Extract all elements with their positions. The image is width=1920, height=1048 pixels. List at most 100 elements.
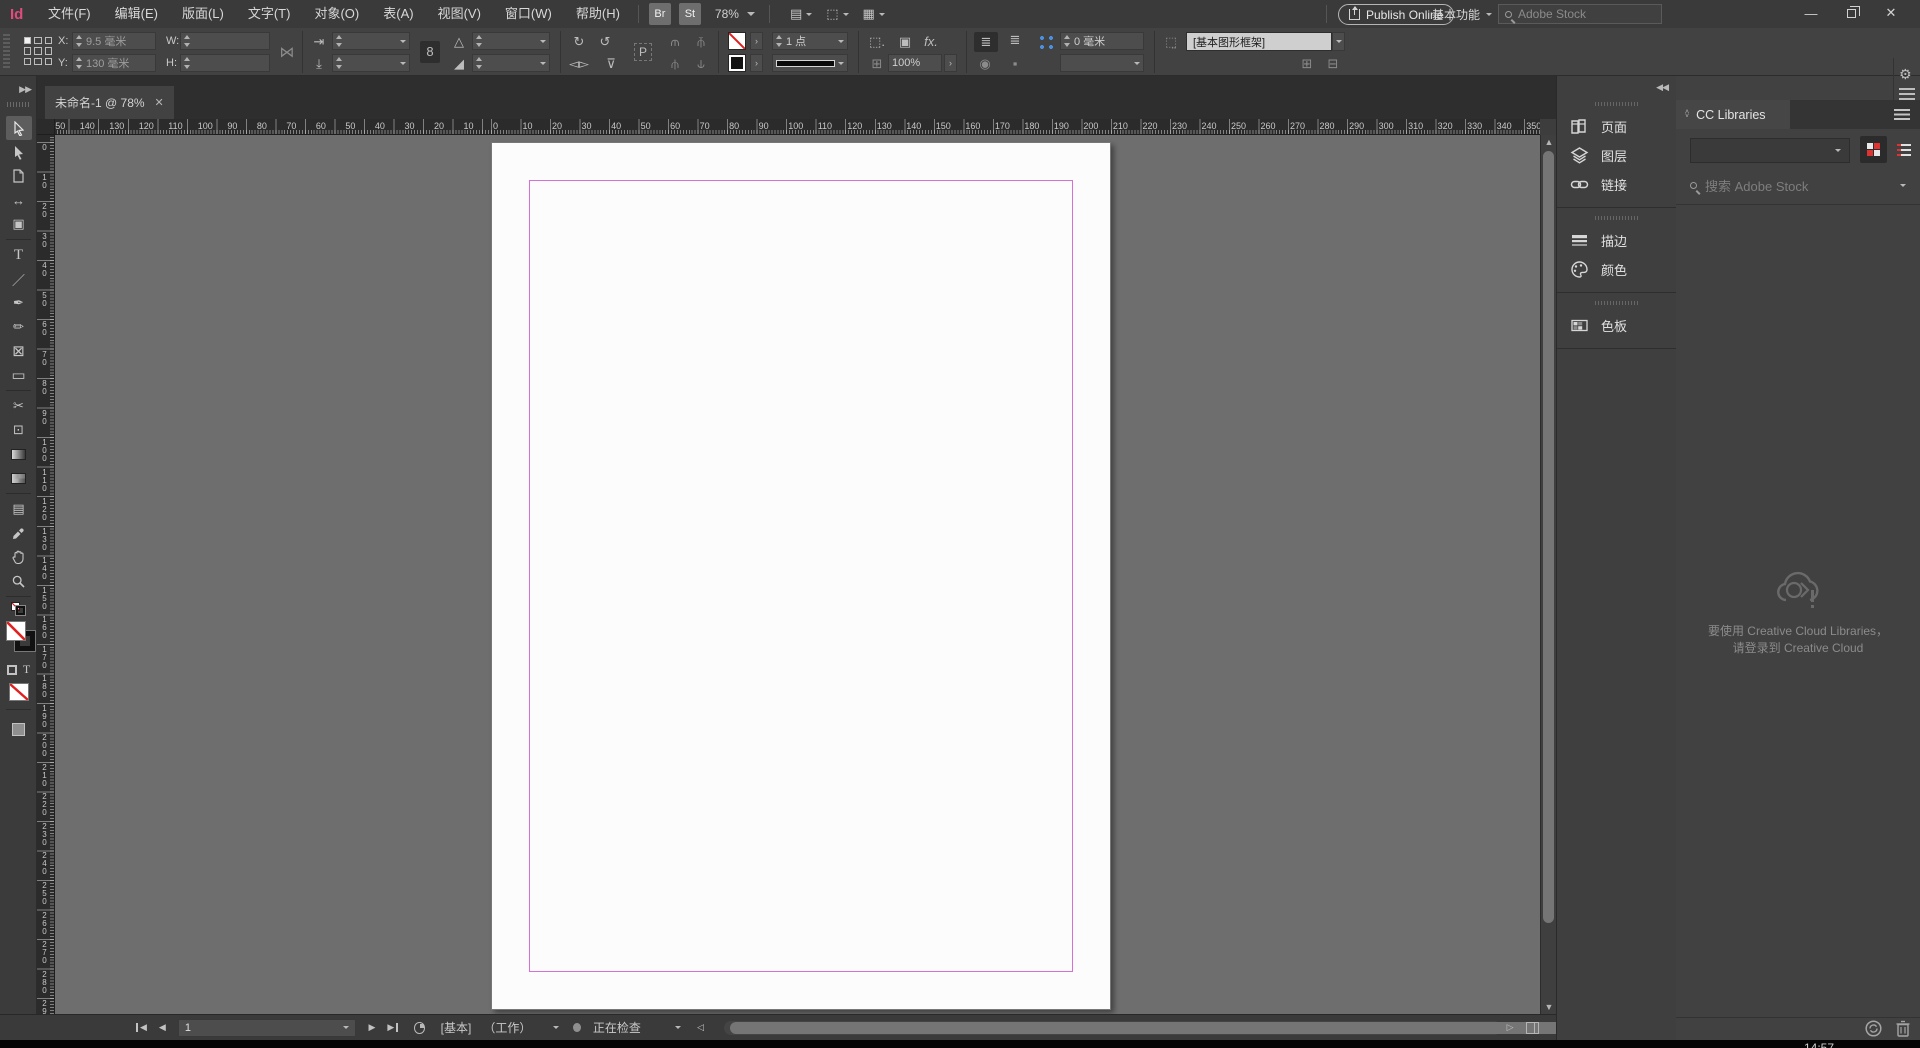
ruler-origin-corner[interactable] [37,119,55,135]
vertical-ruler[interactable]: 0 10 20 30 40 50 60 70 80 90 100 110 120 130 140 150 160… [37,135,55,1014]
grid-view-button[interactable] [1860,136,1887,163]
first-page-button[interactable]: ◀ [136,1022,147,1033]
panel-grip[interactable] [3,34,10,70]
spinner[interactable] [76,57,83,69]
panel-grip[interactable] [1594,301,1639,305]
rectangle-tool[interactable]: ▭ [6,363,32,387]
page-tool[interactable] [6,164,32,188]
page-canvas[interactable] [491,142,1111,1010]
previous-page-button[interactable]: ◀ [159,1022,166,1033]
panel-grip[interactable] [7,102,30,107]
menu-item[interactable]: 文件(F) [36,0,103,28]
next-page-button[interactable]: ▶ [368,1022,375,1033]
menu-item[interactable]: 帮助(H) [564,0,632,28]
gap-tool[interactable]: ↔ [6,188,32,212]
last-page-button[interactable]: ▶ [387,1022,399,1033]
restore-button[interactable] [1836,0,1866,26]
dock-item-color[interactable]: 颜色 [1557,255,1676,284]
rectangle-frame-tool[interactable]: ⊠ [6,339,32,363]
cc-sync-icon[interactable] [1865,1020,1882,1037]
selection-tool[interactable] [5,116,32,140]
workspace-switcher[interactable]: 基本功能 [1432,0,1493,28]
direct-selection-tool[interactable] [6,140,32,164]
menu-item[interactable]: 表(A) [371,0,425,28]
menu-item[interactable]: 窗口(W) [493,0,564,28]
fill-swatch[interactable] [5,621,26,641]
minimize-button[interactable]: — [1796,0,1826,26]
rotate-cw-icon[interactable]: ↻ [568,34,590,50]
stroke-swatch-black[interactable] [728,54,746,72]
pen-tool[interactable]: ✒ [6,291,32,315]
corner-options-icon[interactable]: ⬚. [866,34,888,50]
rotate-ccw-icon[interactable]: ↺ [594,34,616,50]
menu-item[interactable]: 编辑(E) [103,0,170,28]
preflight-icon[interactable] [414,1021,425,1034]
effects-icon[interactable]: fx. [920,34,942,49]
panel-grip[interactable] [1594,216,1639,220]
stock-button[interactable]: St [678,3,701,25]
dock-item-swatches[interactable]: 色板 [1557,311,1676,340]
wrap-jump-icon[interactable]: ▪ [1004,56,1026,71]
zoom-dropdown-caret[interactable] [746,12,755,16]
gradient-feather-tool[interactable] [6,466,32,490]
zoom-tool[interactable] [6,569,32,593]
scissors-tool[interactable]: ✂ [6,394,32,418]
hand-tool[interactable] [6,545,32,569]
fill-swatch-caret[interactable]: › [750,32,763,50]
tab-close-icon[interactable]: ✕ [155,96,164,109]
spinner[interactable] [184,57,191,69]
horizontal-ruler[interactable]: 1501401301201101009080706050403020100102… [55,119,1540,135]
select-content-icon[interactable]: ⫙ [664,34,686,50]
dock-collapse-icon[interactable]: ◀◀ [1656,82,1669,93]
pasteboard[interactable] [55,135,1540,1014]
select-prev-icon[interactable]: ⫛ [664,56,686,72]
eyedropper-tool[interactable] [6,521,32,545]
cc-search-input[interactable]: 搜索 Adobe Stock [1690,174,1906,196]
control-panel-menu-icon[interactable] [1899,88,1915,100]
bridge-button[interactable]: Br [648,3,671,25]
wrap-sides-icon[interactable]: ◉ [974,56,996,72]
free-transform-tool[interactable]: ⊡ [6,418,32,442]
vertical-scrollbar-thumb[interactable] [1543,151,1554,923]
dock-item-stroke[interactable]: 描边 [1557,226,1676,255]
menu-item[interactable]: 对象(O) [302,0,371,28]
library-select-dropdown[interactable] [1690,138,1850,163]
horizontal-scrollbar-thumb[interactable] [729,1021,1585,1034]
wrap-offset-field[interactable]: 0 毫米 [1060,32,1144,50]
formatting-affects-container-icon[interactable] [6,664,17,675]
list-view-button[interactable] [1892,136,1916,163]
object-style-caret[interactable] [1332,32,1345,51]
shear-field[interactable] [472,32,550,50]
formatting-affects-text-icon[interactable]: T [23,662,30,677]
menu-item[interactable]: 视图(V) [426,0,493,28]
screen-mode-normal-icon[interactable] [12,723,25,736]
stroke-swatch-caret[interactable]: › [750,54,763,72]
stroke-style-dropdown[interactable] [772,54,848,72]
line-tool[interactable]: ／ [6,267,32,291]
note-tool[interactable]: ▤ [6,497,32,521]
wrap-options-dropdown[interactable] [1060,54,1144,72]
spinner[interactable] [184,35,191,47]
scroll-right-icon[interactable]: ▷ [1507,1022,1514,1033]
horizontal-scrollbar[interactable] [723,1020,1585,1035]
vertical-scrollbar[interactable]: ▲ ▼ [1540,135,1556,1014]
type-tool[interactable]: T [6,243,32,267]
select-container-icon[interactable]: P [634,43,652,61]
spinner[interactable] [76,35,83,47]
opacity-caret[interactable]: › [944,54,957,72]
object-style-dropdown[interactable]: [基本图形框架] [1186,32,1332,51]
default-fill-stroke-icon[interactable] [6,600,32,618]
control-panel-gear-icon[interactable]: ⚙ [1899,66,1912,83]
spread-view-icon[interactable] [1525,1021,1540,1034]
panel-menu-icon[interactable] [1894,109,1910,120]
scroll-up-icon[interactable]: ▲ [1541,137,1557,147]
dock-item-links[interactable]: 链接 [1557,170,1676,199]
status-caret[interactable] [674,1026,681,1029]
select-next-icon[interactable]: ⫚ [690,34,712,50]
dock-item-pages[interactable]: 页面 [1557,112,1676,141]
screen-mode-icon[interactable]: ⬚ [826,6,838,22]
select-last-icon[interactable]: ⫝ [690,56,712,72]
x-field[interactable]: 9.5 毫米 [72,32,156,50]
flip-vertical-icon[interactable]: ⊽ [600,56,622,72]
view-options-icon[interactable]: ▤ [790,6,802,22]
